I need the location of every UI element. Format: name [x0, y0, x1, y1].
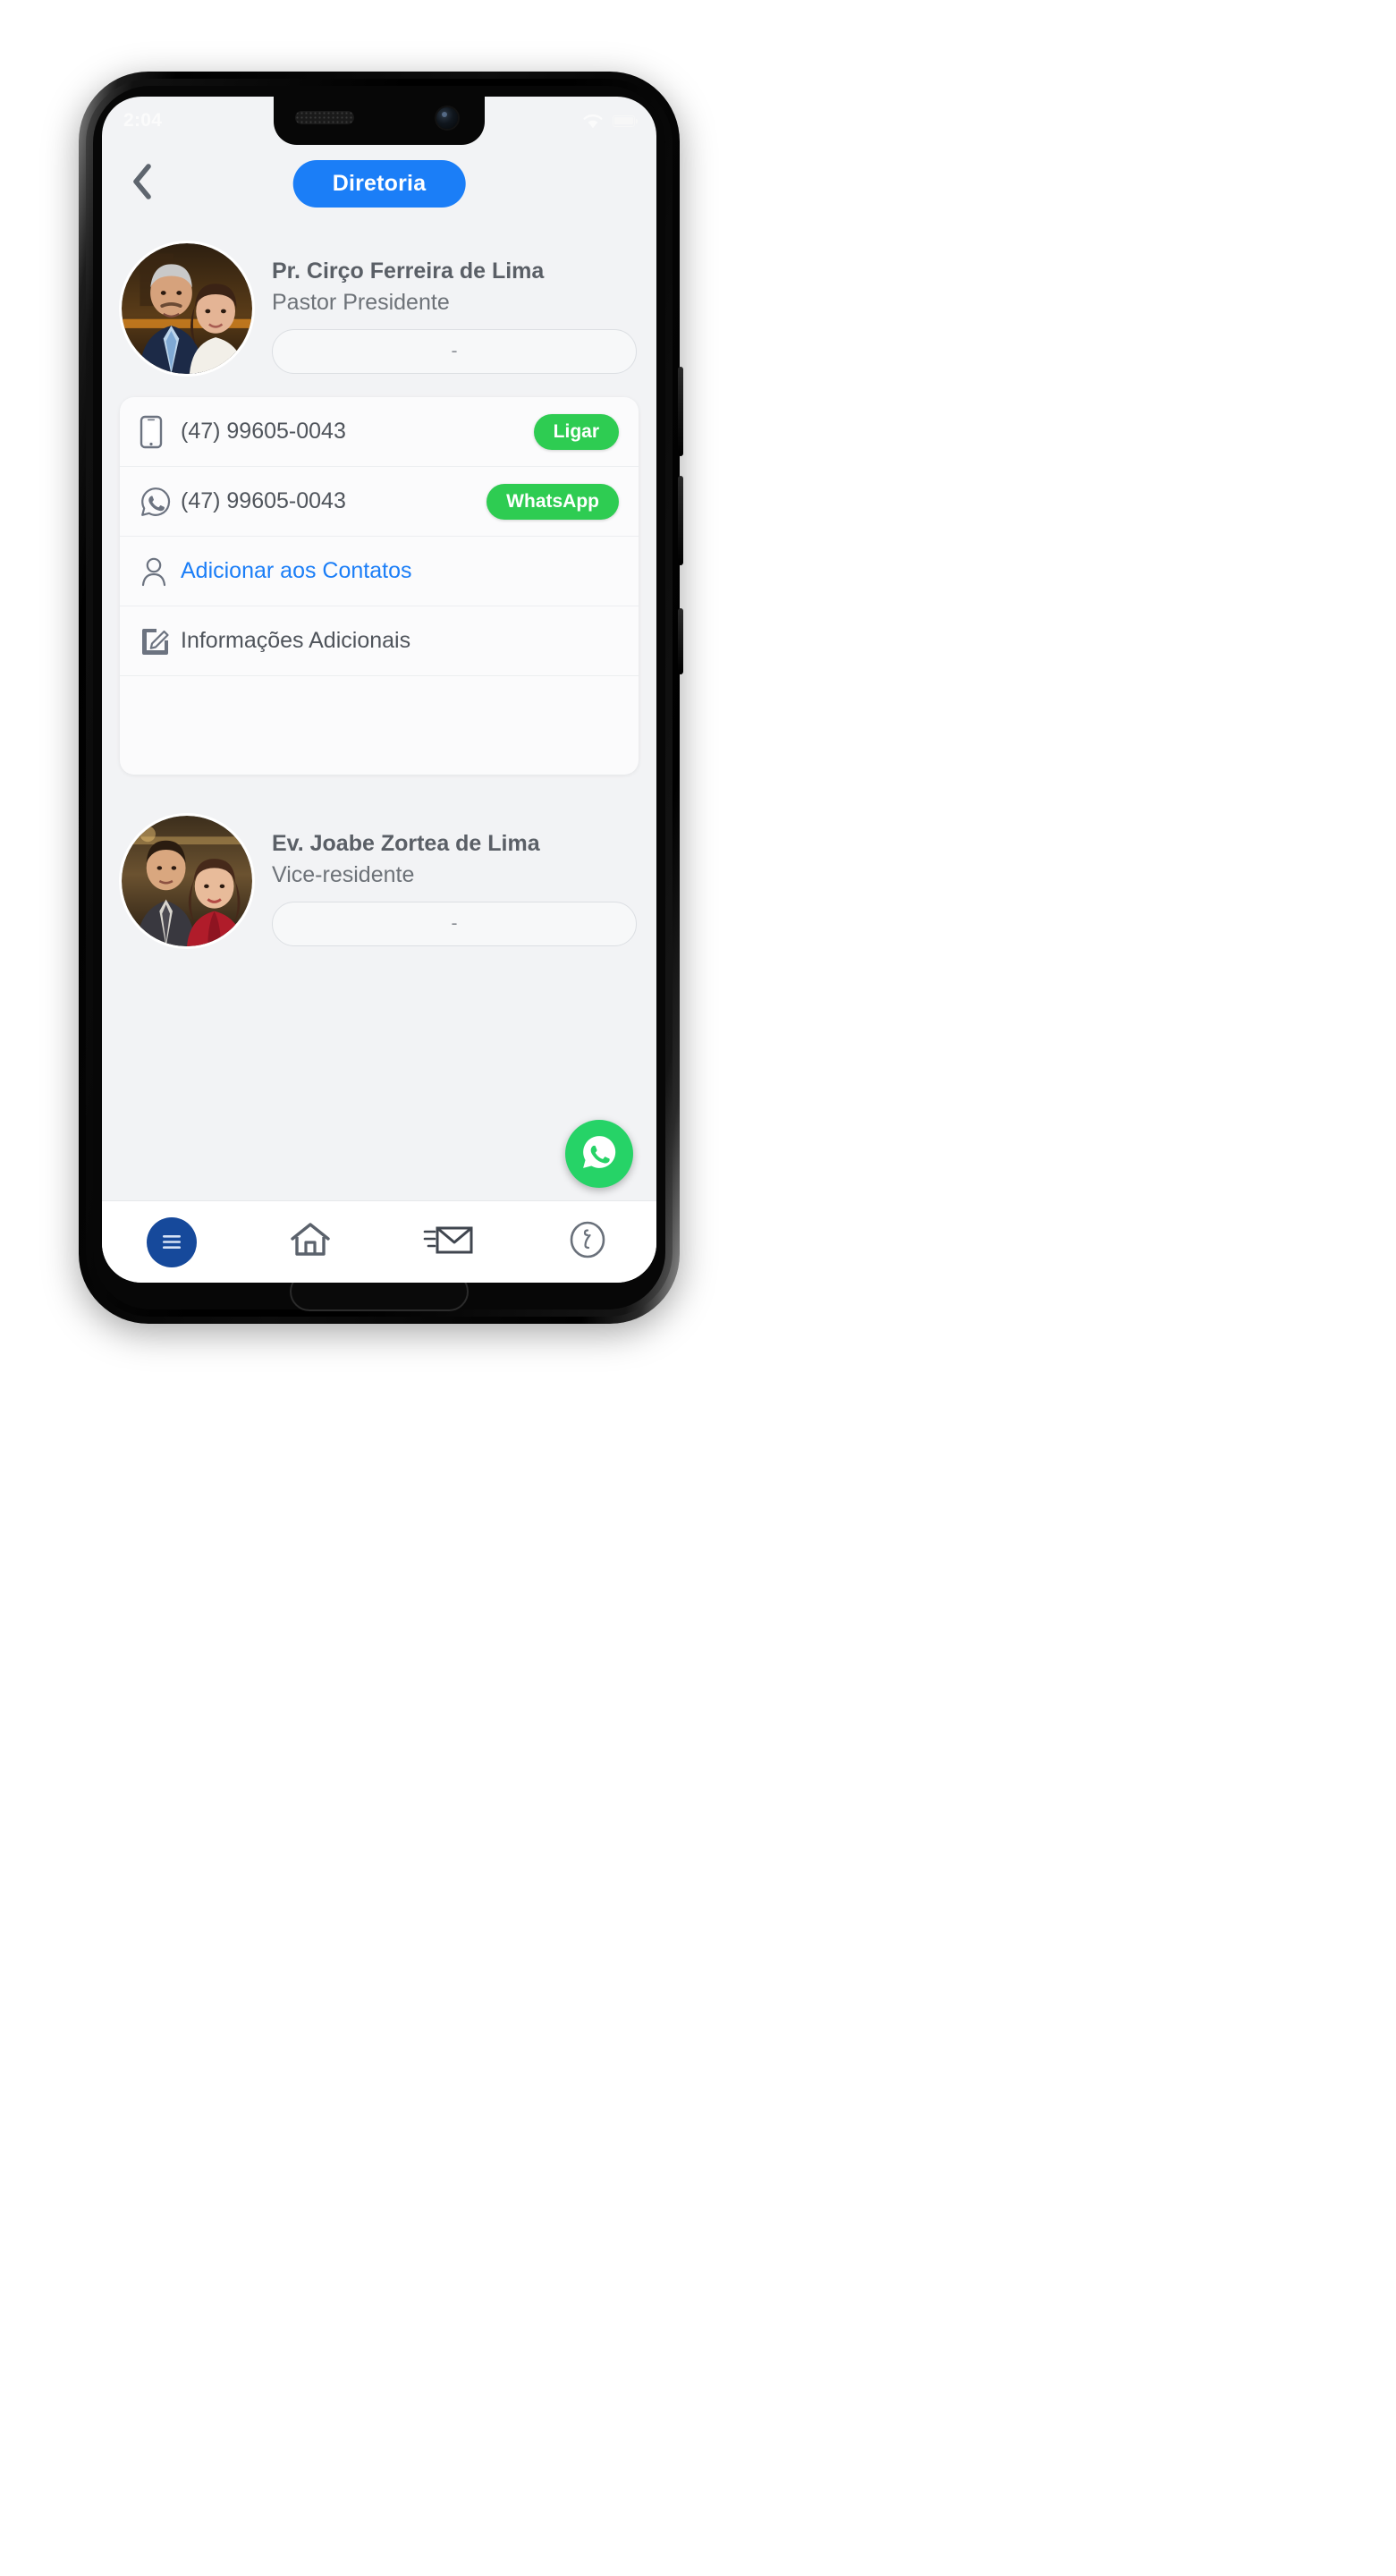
person-detail-pill[interactable]: -	[272, 328, 637, 374]
avatar-photo-couple-2-icon	[122, 816, 252, 946]
bottom-navigation-bar	[102, 1200, 656, 1283]
nav-item-menu[interactable]	[102, 1201, 241, 1283]
avatar[interactable]	[122, 816, 252, 946]
volume-up-button[interactable]	[678, 367, 683, 456]
edit-note-icon	[140, 626, 181, 657]
contact-row-label: Adicionar aos Contatos	[181, 558, 412, 583]
whatsapp-button[interactable]: WhatsApp	[486, 483, 619, 520]
wifi-icon	[581, 113, 605, 130]
person-add-icon	[140, 555, 181, 588]
back-button[interactable]	[122, 163, 163, 204]
contact-row-additional-info[interactable]: Informações Adicionais	[120, 606, 639, 676]
home-icon	[289, 1220, 332, 1264]
earpiece-speaker-icon	[295, 111, 354, 124]
page-title-pill[interactable]: Diretoria	[292, 159, 466, 208]
status-bar-indicators	[581, 113, 638, 130]
menu-hamburger-icon	[146, 1216, 197, 1267]
nav-item-info[interactable]	[518, 1201, 656, 1283]
person-name: Pr. Cirço Ferreira de Lima	[272, 258, 545, 284]
main-content-scroll[interactable]: Pr. Cirço Ferreira de Lima Pastor Presid…	[102, 222, 656, 1200]
contact-row-add-contact[interactable]: Adicionar aos Contatos	[120, 537, 639, 606]
avatar-photo-couple-1-icon	[122, 243, 252, 374]
contact-row-label: (47) 99605-0043	[181, 419, 346, 444]
contact-actions-card: (47) 99605-0043 Ligar (47) 99605-0043 Wh…	[120, 397, 639, 775]
person-detail-pill[interactable]: -	[272, 901, 637, 946]
phone-device-frame: 2:04 Diretoria Pr. Cirço Ferreira de Lim…	[79, 72, 683, 1324]
front-camera-icon	[436, 107, 458, 129]
person-role: Pastor Presidente	[272, 290, 450, 315]
whatsapp-icon	[140, 486, 181, 518]
person-info: Ev. Joabe Zortea de Lima Vice-residente …	[252, 816, 637, 946]
call-button[interactable]: Ligar	[533, 413, 619, 450]
person-card: Pr. Cirço Ferreira de Lima Pastor Presid…	[102, 222, 656, 383]
whatsapp-icon	[579, 1131, 620, 1177]
person-info: Pr. Cirço Ferreira de Lima Pastor Presid…	[252, 243, 637, 374]
person-name: Ev. Joabe Zortea de Lima	[272, 831, 540, 856]
power-button[interactable]	[678, 608, 683, 674]
person-role: Vice-residente	[272, 862, 415, 887]
avatar[interactable]	[122, 243, 252, 374]
card-bottom-spacer	[120, 676, 639, 775]
nav-item-home[interactable]	[241, 1201, 379, 1283]
phone-notch	[274, 97, 485, 145]
mail-envelope-icon	[423, 1222, 475, 1262]
status-bar-time: 2:04	[123, 110, 163, 131]
contact-row-label: (47) 99605-0043	[181, 488, 346, 513]
contact-row-whatsapp[interactable]: (47) 99605-0043 WhatsApp	[120, 467, 639, 537]
chevron-left-icon	[131, 163, 154, 205]
whatsapp-fab-button[interactable]	[565, 1120, 633, 1188]
nav-item-mail[interactable]	[379, 1201, 518, 1283]
battery-icon	[613, 114, 638, 127]
app-header: Diretoria	[102, 145, 656, 222]
volume-down-button[interactable]	[678, 476, 683, 565]
info-icon	[566, 1218, 609, 1266]
contact-row-phone[interactable]: (47) 99605-0043 Ligar	[120, 397, 639, 467]
screenshot-root: 2:04 Diretoria Pr. Cirço Ferreira de Lim…	[0, 0, 1396, 2576]
phone-screen: 2:04 Diretoria Pr. Cirço Ferreira de Lim…	[102, 97, 656, 1283]
mobile-phone-icon	[140, 415, 181, 449]
contact-row-label: Informações Adicionais	[181, 628, 411, 653]
person-card: Ev. Joabe Zortea de Lima Vice-residente …	[102, 775, 656, 955]
